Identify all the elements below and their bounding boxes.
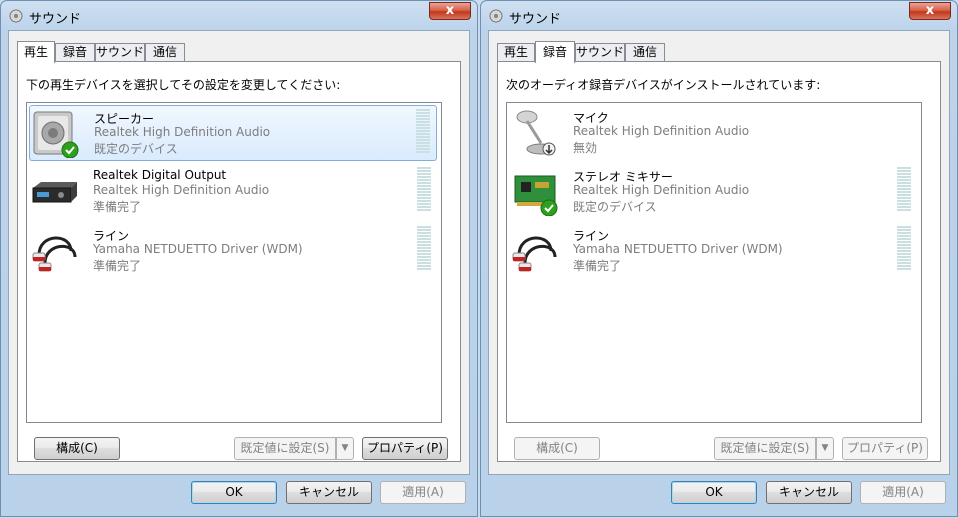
cancel-button[interactable]: キャンセル bbox=[286, 481, 372, 504]
sound-dialog-playback: サウンド x 再生 録音 サウンド 通信 下の再生デバイスを選択してその設定を変… bbox=[0, 0, 478, 517]
ok-button[interactable]: OK bbox=[191, 481, 277, 504]
apply-button[interactable]: 適用(A) bbox=[860, 481, 946, 504]
digital-output-icon bbox=[32, 182, 77, 203]
device-status: 無効 bbox=[573, 141, 598, 155]
sound-app-icon bbox=[9, 9, 23, 23]
tab-playback[interactable]: 再生 bbox=[497, 43, 535, 61]
dialog-client-area: 再生 録音 サウンド 通信 次のオーディオ録音デバイスがインストールされています… bbox=[488, 30, 950, 475]
device-status: 既定のデバイス bbox=[573, 200, 657, 214]
device-status: 準備完了 bbox=[93, 200, 142, 214]
title-bar[interactable]: サウンド x bbox=[481, 1, 957, 31]
device-item-line[interactable]: ライン Yamaha NETDUETTO Driver (WDM) 準備完了 bbox=[509, 223, 917, 279]
configure-button[interactable]: 構成(C) bbox=[34, 437, 120, 460]
window-title: サウンド bbox=[29, 12, 82, 27]
device-driver: Realtek High Definition Audio bbox=[94, 125, 271, 139]
device-item-speaker[interactable]: スピーカー Realtek High Definition Audio 既定のデ… bbox=[29, 105, 437, 161]
level-meter bbox=[416, 109, 430, 155]
properties-button[interactable]: プロパティ(P) bbox=[842, 437, 928, 460]
device-item-stereo-mixer[interactable]: ステレオ ミキサー Realtek High Definition Audio … bbox=[509, 164, 917, 220]
close-button[interactable]: x bbox=[909, 2, 951, 20]
device-name: Realtek Digital Output bbox=[93, 168, 227, 182]
device-item-digital-output[interactable]: Realtek Digital Output Realtek High Defi… bbox=[29, 164, 437, 220]
close-button[interactable]: x bbox=[429, 2, 471, 20]
title-bar[interactable]: サウンド x bbox=[1, 1, 477, 31]
cancel-button[interactable]: キャンセル bbox=[766, 481, 852, 504]
set-default-dropdown-icon[interactable]: ▼ bbox=[336, 437, 354, 460]
tab-panel: 次のオーディオ録音デバイスがインストールされています: マイク Realtek … bbox=[497, 61, 941, 462]
tab-sounds[interactable]: サウンド bbox=[95, 43, 145, 61]
ok-button[interactable]: OK bbox=[671, 481, 757, 504]
properties-button[interactable]: プロパティ(P) bbox=[362, 437, 448, 460]
set-default-button[interactable]: 既定値に設定(S) bbox=[714, 437, 816, 460]
dialog-client-area: 再生 録音 サウンド 通信 下の再生デバイスを選択してその設定を変更してください… bbox=[8, 30, 470, 475]
tab-recording[interactable]: 録音 bbox=[55, 43, 95, 61]
level-meter bbox=[417, 167, 431, 213]
sound-app-icon bbox=[489, 9, 503, 23]
instruction-text: 下の再生デバイスを選択してその設定を変更してください: bbox=[26, 78, 341, 92]
tab-communications[interactable]: 通信 bbox=[625, 43, 665, 61]
microphone-icon bbox=[516, 110, 556, 156]
window-title: サウンド bbox=[509, 12, 562, 27]
device-driver: Yamaha NETDUETTO Driver (WDM) bbox=[573, 242, 783, 256]
instruction-text: 次のオーディオ録音デバイスがインストールされています: bbox=[506, 78, 821, 92]
configure-button[interactable]: 構成(C) bbox=[514, 437, 600, 460]
sound-dialog-recording: サウンド x 再生 録音 サウンド 通信 次のオーディオ録音デバイスがインストー… bbox=[480, 0, 958, 517]
device-list[interactable]: スピーカー Realtek High Definition Audio 既定のデ… bbox=[26, 102, 442, 423]
rca-cable-icon bbox=[32, 236, 77, 272]
speaker-icon bbox=[33, 111, 79, 158]
tab-panel: 下の再生デバイスを選択してその設定を変更してください: スピーカー Realte… bbox=[17, 61, 461, 462]
level-meter bbox=[897, 226, 911, 272]
tab-recording[interactable]: 録音 bbox=[535, 41, 575, 63]
device-item-microphone[interactable]: マイク Realtek High Definition Audio 無効 bbox=[509, 105, 917, 161]
device-driver: Realtek High Definition Audio bbox=[573, 124, 750, 138]
device-status: 準備完了 bbox=[573, 259, 622, 273]
device-status: 既定のデバイス bbox=[94, 142, 178, 156]
sound-card-icon bbox=[514, 175, 558, 216]
device-status: 準備完了 bbox=[93, 259, 142, 273]
set-default-dropdown-icon[interactable]: ▼ bbox=[816, 437, 834, 460]
rca-cable-icon bbox=[512, 236, 557, 272]
device-list[interactable]: マイク Realtek High Definition Audio 無効 ステレ… bbox=[506, 102, 922, 423]
device-driver: Yamaha NETDUETTO Driver (WDM) bbox=[93, 242, 303, 256]
device-driver: Realtek High Definition Audio bbox=[573, 183, 750, 197]
level-meter bbox=[417, 226, 431, 272]
tab-sounds[interactable]: サウンド bbox=[575, 43, 625, 61]
apply-button[interactable]: 適用(A) bbox=[380, 481, 466, 504]
device-driver: Realtek High Definition Audio bbox=[93, 183, 270, 197]
level-meter bbox=[897, 167, 911, 213]
tab-playback[interactable]: 再生 bbox=[17, 41, 55, 63]
device-item-line[interactable]: ライン Yamaha NETDUETTO Driver (WDM) 準備完了 bbox=[29, 223, 437, 279]
tab-communications[interactable]: 通信 bbox=[145, 43, 185, 61]
set-default-button[interactable]: 既定値に設定(S) bbox=[234, 437, 336, 460]
